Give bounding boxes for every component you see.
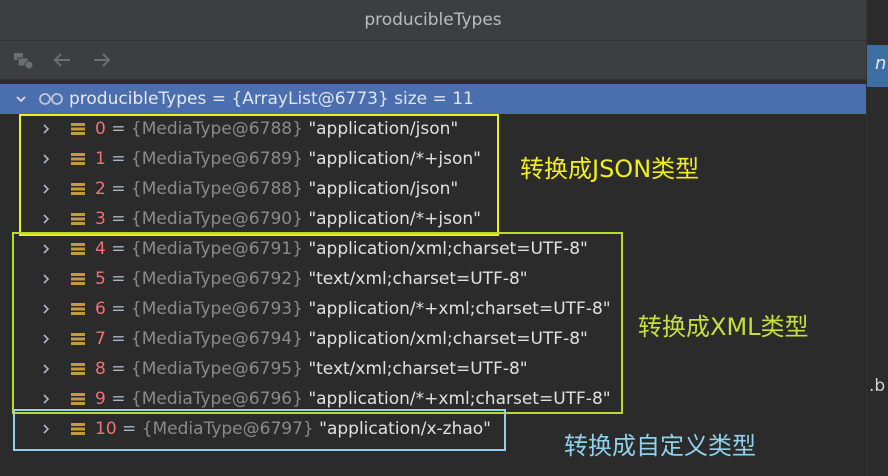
chevron-down-icon[interactable] bbox=[15, 93, 27, 105]
root-variable-value: = {ArrayList@6773} size = 11 bbox=[206, 89, 474, 109]
custom-annotation: 转换成自定义类型 bbox=[564, 432, 756, 460]
custom-group-box bbox=[13, 409, 506, 451]
window-title-bar: producibleTypes bbox=[0, 0, 866, 41]
forward-arrow-icon[interactable] bbox=[89, 48, 115, 72]
tree-root-row[interactable]: producibleTypes = {ArrayList@6773} size … bbox=[0, 84, 866, 114]
window-title: producibleTypes bbox=[364, 10, 502, 30]
editor-tab-fragment[interactable]: n bbox=[867, 45, 888, 87]
right-editor-strip: n .b bbox=[866, 0, 888, 476]
frames-icon[interactable] bbox=[11, 48, 37, 72]
watch-glasses-icon bbox=[39, 93, 63, 105]
xml-annotation: 转换成XML类型 bbox=[638, 313, 809, 341]
debugger-toolbar bbox=[0, 41, 866, 80]
editor-tab-text: n bbox=[875, 53, 887, 74]
json-group-box bbox=[19, 114, 499, 236]
json-annotation: 转换成JSON类型 bbox=[520, 155, 700, 183]
back-arrow-icon[interactable] bbox=[50, 48, 76, 72]
root-variable-name: producibleTypes bbox=[69, 89, 207, 109]
xml-group-box bbox=[12, 232, 623, 414]
editor-text-fragment: .b bbox=[869, 376, 886, 396]
